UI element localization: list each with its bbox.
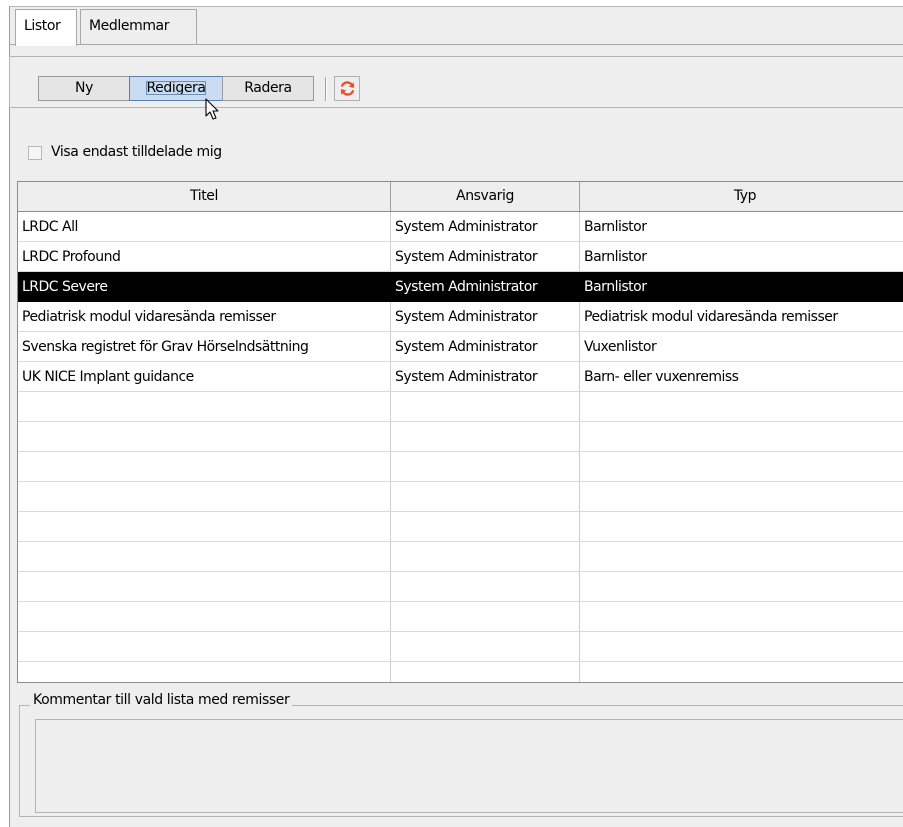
delete-button[interactable]: Radera: [222, 76, 314, 101]
toolbar: Ny Redigera Radera: [9, 56, 903, 108]
cell-titel: LRDC Severe: [22, 279, 108, 295]
table-row-empty: [18, 512, 903, 542]
table-row-empty: [18, 572, 903, 602]
cell-ansvarig: System Administrator: [395, 279, 538, 295]
column-header-ansvarig[interactable]: Ansvarig: [391, 182, 580, 211]
cell-ansvarig: System Administrator: [395, 309, 538, 325]
mouse-cursor-icon: [205, 98, 219, 120]
cell-titel: LRDC Profound: [22, 249, 121, 265]
table-row[interactable]: UK NICE Implant guidance System Administ…: [18, 362, 903, 392]
tab-medlemmar[interactable]: Medlemmar: [80, 9, 197, 44]
edit-button-label: Redigera: [143, 78, 208, 98]
cell-ansvarig: System Administrator: [395, 339, 538, 355]
comment-group-title: Kommentar till vald lista med remisser: [30, 692, 293, 708]
tab-label: Listor: [24, 18, 61, 34]
table-row-empty: [18, 662, 903, 682]
table-row-empty: [18, 542, 903, 572]
assigned-only-checkbox[interactable]: [28, 146, 42, 160]
table-header: Titel Ansvarig Typ: [18, 182, 903, 212]
cell-ansvarig: System Administrator: [395, 219, 538, 235]
cell-typ: Vuxenlistor: [584, 339, 657, 355]
comment-textarea[interactable]: [35, 719, 903, 813]
column-header-titel[interactable]: Titel: [18, 182, 391, 211]
table-row-selected[interactable]: LRDC Severe System Administrator Barnlis…: [18, 272, 903, 302]
cell-ansvarig: System Administrator: [395, 249, 538, 265]
tab-listor[interactable]: Listor: [15, 9, 77, 46]
table-row[interactable]: Pediatrisk modul vidaresända remisser Sy…: [18, 302, 903, 332]
cell-typ: Barnlistor: [584, 279, 647, 295]
refresh-button[interactable]: [334, 76, 360, 101]
cell-ansvarig: System Administrator: [395, 369, 538, 385]
table-row[interactable]: Svenska registret för Grav Hörselndsättn…: [18, 332, 903, 362]
cell-typ: Barn- eller vuxenremiss: [584, 369, 739, 385]
table-row-empty: [18, 452, 903, 482]
tab-label: Medlemmar: [89, 18, 170, 34]
cell-titel: Svenska registret för Grav Hörselndsättn…: [22, 339, 309, 355]
toolbar-separator: [325, 77, 326, 101]
table-row[interactable]: LRDC All System Administrator Barnlistor: [18, 212, 903, 242]
cell-typ: Barnlistor: [584, 219, 647, 235]
new-button[interactable]: Ny: [38, 76, 130, 101]
table-row-empty: [18, 392, 903, 422]
lists-table: Titel Ansvarig Typ LRDC All System Admin…: [17, 181, 903, 683]
cell-titel: Pediatrisk modul vidaresända remisser: [22, 309, 276, 325]
refresh-icon: [340, 81, 355, 96]
table-row[interactable]: LRDC Profound System Administrator Barnl…: [18, 242, 903, 272]
table-row-empty: [18, 602, 903, 632]
table-row-empty: [18, 422, 903, 452]
cell-titel: UK NICE Implant guidance: [22, 369, 194, 385]
delete-button-label: Radera: [244, 80, 292, 96]
cell-typ: Pediatrisk modul vidaresända remisser: [584, 309, 838, 325]
tab-divider: [9, 44, 903, 45]
table-row-empty: [18, 632, 903, 662]
cell-titel: LRDC All: [22, 219, 78, 235]
new-button-label: Ny: [75, 80, 93, 96]
assigned-only-label: Visa endast tilldelade mig: [51, 144, 222, 160]
table-row-empty: [18, 482, 903, 512]
column-header-typ[interactable]: Typ: [580, 182, 903, 211]
cell-typ: Barnlistor: [584, 249, 647, 265]
